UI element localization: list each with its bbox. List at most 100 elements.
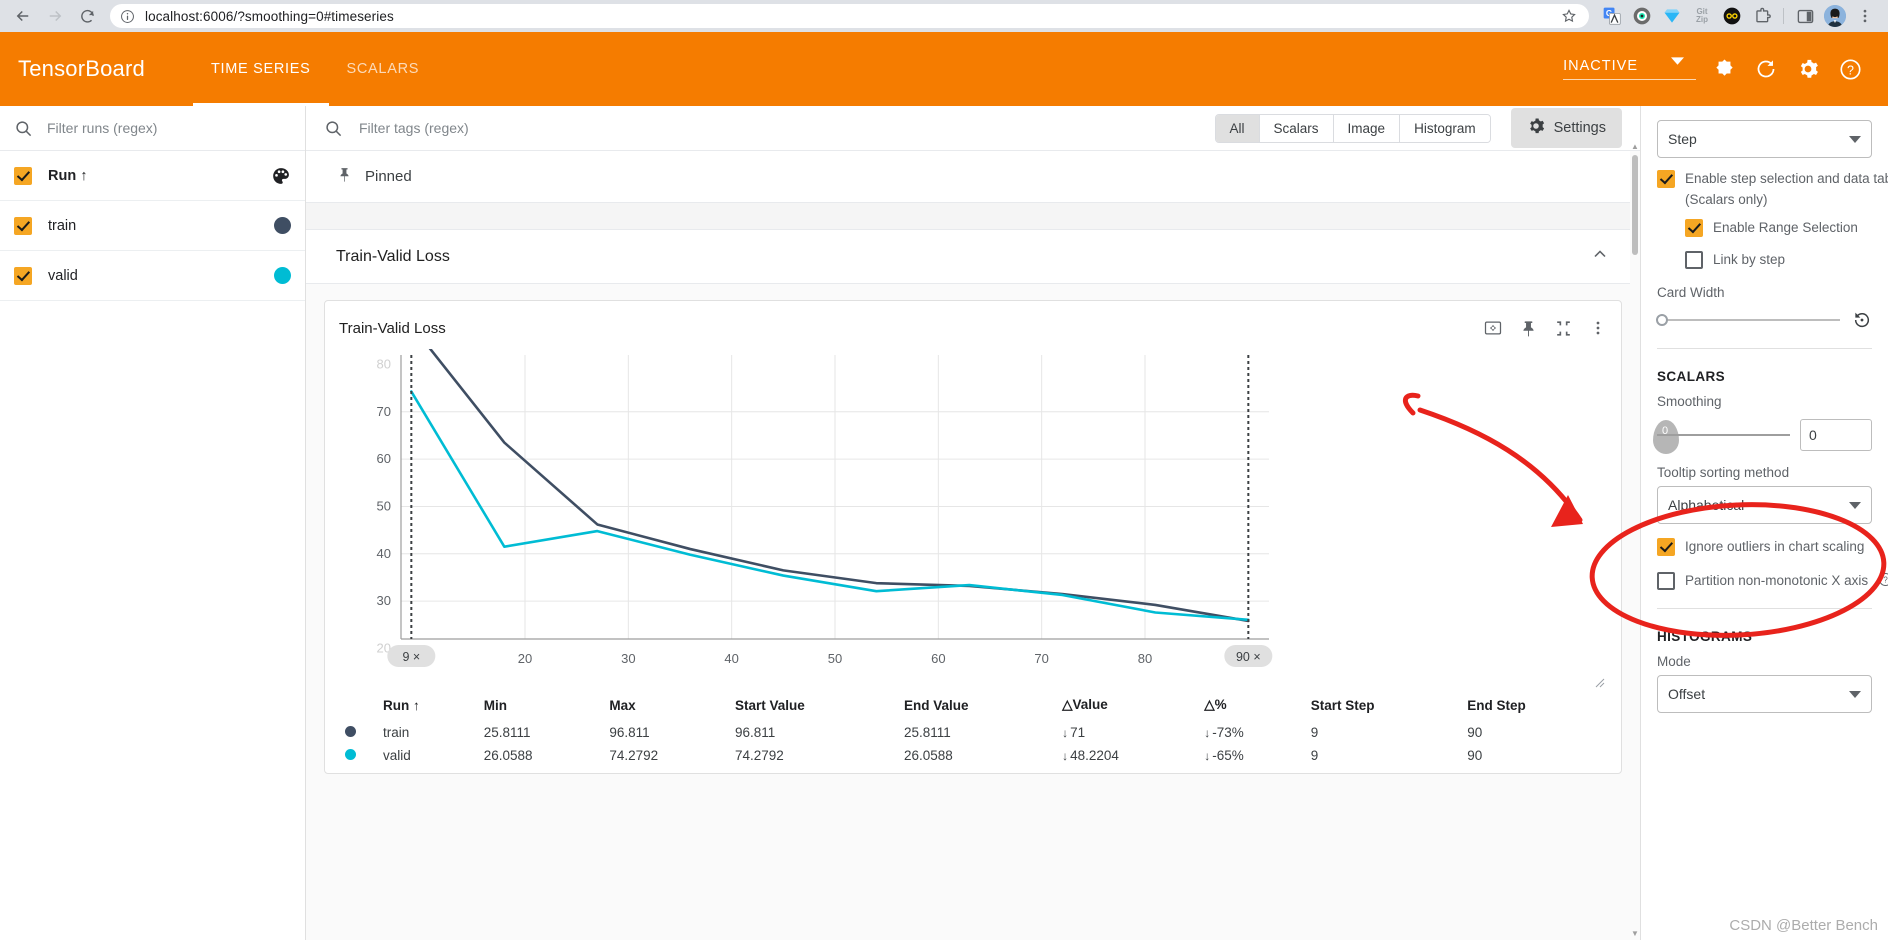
more-vert-icon[interactable] bbox=[1589, 319, 1607, 337]
scroll-down-arrow[interactable]: ▼ bbox=[1631, 930, 1639, 938]
card-width-slider-knob[interactable] bbox=[1656, 314, 1668, 326]
smoothing-label: Smoothing bbox=[1657, 394, 1722, 409]
enable-range-selection-row[interactable]: Enable Range Selection bbox=[1685, 219, 1872, 237]
ignore-outliers-row[interactable]: Ignore outliers in chart scaling bbox=[1657, 538, 1872, 556]
filter-histogram[interactable]: Histogram bbox=[1400, 114, 1490, 142]
reload-icon[interactable] bbox=[72, 1, 102, 31]
run-color-swatch-train[interactable] bbox=[274, 217, 291, 234]
smoothing-slider[interactable] bbox=[1653, 420, 1790, 454]
th-end-step[interactable]: End Step bbox=[1461, 693, 1607, 721]
collapse-icon[interactable] bbox=[1554, 319, 1573, 338]
down-arrow-icon: ↓ bbox=[1204, 749, 1211, 763]
settings-toggle-button[interactable]: Settings bbox=[1510, 108, 1622, 148]
puzzle-extensions-icon[interactable] bbox=[1747, 1, 1777, 31]
histogram-mode-value: Offset bbox=[1668, 686, 1706, 702]
th-end-value[interactable]: End Value bbox=[898, 693, 1056, 721]
x-axis-type-select[interactable]: Step bbox=[1657, 120, 1872, 158]
smoothing-input[interactable] bbox=[1800, 419, 1872, 451]
back-arrow-icon[interactable] bbox=[8, 1, 38, 31]
th-delta-value[interactable]: △Value bbox=[1056, 693, 1198, 721]
y-tick-label: 30 bbox=[377, 593, 391, 608]
center-scrollbar[interactable]: ▲ ▼ bbox=[1630, 143, 1640, 940]
infinity-icon[interactable] bbox=[1717, 1, 1747, 31]
pin-icon[interactable] bbox=[1519, 319, 1538, 338]
site-info-icon[interactable] bbox=[120, 9, 135, 24]
tag-filter-input[interactable] bbox=[357, 119, 1201, 137]
group-header-train-valid-loss[interactable]: Train-Valid Loss bbox=[306, 230, 1640, 284]
color-palette-icon[interactable] bbox=[271, 166, 291, 186]
smoothing-row[interactable] bbox=[1653, 419, 1872, 454]
diamond-icon[interactable] bbox=[1657, 1, 1687, 31]
help-question-icon[interactable]: ? bbox=[1878, 572, 1888, 587]
run-color-swatch-valid[interactable] bbox=[274, 267, 291, 284]
link-by-step-row[interactable]: Link by step bbox=[1685, 251, 1872, 269]
runs-column-header[interactable]: Run ↑ bbox=[48, 168, 255, 184]
th-min[interactable]: Min bbox=[478, 693, 604, 721]
reset-icon[interactable] bbox=[1852, 310, 1872, 330]
tab-time-series[interactable]: TIME SERIES bbox=[192, 32, 329, 106]
partition-x-axis-row[interactable]: Partition non-monotonic X axis ? bbox=[1657, 572, 1888, 590]
cell-run: train bbox=[383, 725, 410, 740]
run-row-train[interactable]: train bbox=[0, 201, 305, 251]
scrollbar-thumb[interactable] bbox=[1632, 155, 1638, 255]
reload-data-icon[interactable] bbox=[1746, 49, 1786, 89]
pinned-section-header[interactable]: Pinned bbox=[306, 151, 1640, 203]
run-row-valid[interactable]: valid bbox=[0, 251, 305, 301]
reload-status-select[interactable]: INACTIVE bbox=[1563, 57, 1696, 80]
address-bar[interactable]: localhost:6006/?smoothing=0#timeseries bbox=[110, 4, 1589, 28]
cell-max: 74.2792 bbox=[609, 748, 659, 763]
filter-image[interactable]: Image bbox=[1333, 114, 1401, 142]
cell-end-step: 90 bbox=[1467, 725, 1483, 740]
th-delta-pct[interactable]: △% bbox=[1198, 693, 1304, 721]
table-row: train 25.8111 96.811 96.811 25.8111 ↓ 71 … bbox=[339, 721, 1607, 744]
run-filter-input[interactable] bbox=[45, 119, 291, 137]
runs-panel: Run ↑ train valid bbox=[0, 106, 306, 940]
th-max[interactable]: Max bbox=[603, 693, 729, 721]
user-avatar[interactable] bbox=[1820, 1, 1850, 31]
fit-to-domain-icon[interactable] bbox=[1483, 318, 1503, 338]
filter-all[interactable]: All bbox=[1215, 114, 1260, 142]
cell-start-step: 9 bbox=[1310, 725, 1319, 740]
histogram-mode-select[interactable]: Offset bbox=[1657, 675, 1872, 713]
three-dots-menu-icon[interactable] bbox=[1850, 1, 1880, 31]
select-all-runs-checkbox[interactable] bbox=[14, 166, 32, 185]
link-by-step-checkbox[interactable] bbox=[1685, 251, 1703, 269]
card-width-slider-row[interactable] bbox=[1656, 310, 1872, 330]
side-panel-icon[interactable] bbox=[1790, 1, 1820, 31]
down-arrow-icon: ↓ bbox=[1204, 726, 1211, 740]
th-start-value[interactable]: Start Value bbox=[729, 693, 898, 721]
eye-tracker-icon[interactable] bbox=[1627, 1, 1657, 31]
help-question-icon[interactable]: ? bbox=[1830, 49, 1870, 89]
delta-value-text: 48.2204 bbox=[1070, 748, 1119, 763]
line-chart[interactable]: 30 40 50 60 70 80 20 20 30 40 50 60 70 80 9 × 90 × bbox=[339, 349, 1289, 679]
gitzip-icon[interactable]: Git Zip bbox=[1687, 1, 1717, 31]
tooltip-sorting-select[interactable]: Alphabetical bbox=[1657, 486, 1872, 524]
star-icon[interactable] bbox=[1561, 8, 1577, 24]
filter-scalars[interactable]: Scalars bbox=[1259, 114, 1334, 142]
enable-step-selection-checkbox[interactable] bbox=[1657, 170, 1675, 188]
chart-plot-area[interactable]: 30 40 50 60 70 80 20 20 30 40 50 60 70 80 9 × 90 × bbox=[339, 349, 1607, 688]
chevron-up-icon[interactable] bbox=[1590, 244, 1610, 269]
enable-range-selection-checkbox[interactable] bbox=[1685, 219, 1703, 237]
card-width-slider[interactable] bbox=[1656, 314, 1840, 326]
run-checkbox-train[interactable] bbox=[14, 216, 32, 235]
x-tick-label: 20 bbox=[518, 651, 532, 666]
ignore-outliers-checkbox[interactable] bbox=[1657, 538, 1675, 556]
partition-x-axis-checkbox[interactable] bbox=[1657, 572, 1675, 590]
settings-gear-icon[interactable] bbox=[1788, 49, 1828, 89]
scroll-up-arrow[interactable]: ▲ bbox=[1631, 143, 1639, 151]
chart-resize-handle[interactable] bbox=[1595, 675, 1605, 688]
forward-arrow-icon[interactable] bbox=[40, 1, 70, 31]
cell-start-value: 74.2792 bbox=[735, 748, 784, 763]
enable-step-selection-label: Enable step selection and data table bbox=[1685, 171, 1888, 186]
toolbar-divider bbox=[1783, 8, 1784, 24]
tensorboard-logo[interactable]: TensorBoard bbox=[18, 56, 145, 82]
tab-scalars[interactable]: SCALARS bbox=[329, 32, 438, 106]
th-start-step[interactable]: Start Step bbox=[1305, 693, 1462, 721]
run-checkbox-valid[interactable] bbox=[14, 266, 32, 285]
row-color-dot bbox=[339, 721, 377, 744]
th-run[interactable]: Run ↑ bbox=[377, 693, 478, 721]
enable-step-selection-row[interactable]: Enable step selection and data table bbox=[1657, 170, 1888, 188]
brightness-icon[interactable] bbox=[1704, 49, 1744, 89]
google-translate-icon[interactable]: G bbox=[1597, 1, 1627, 31]
